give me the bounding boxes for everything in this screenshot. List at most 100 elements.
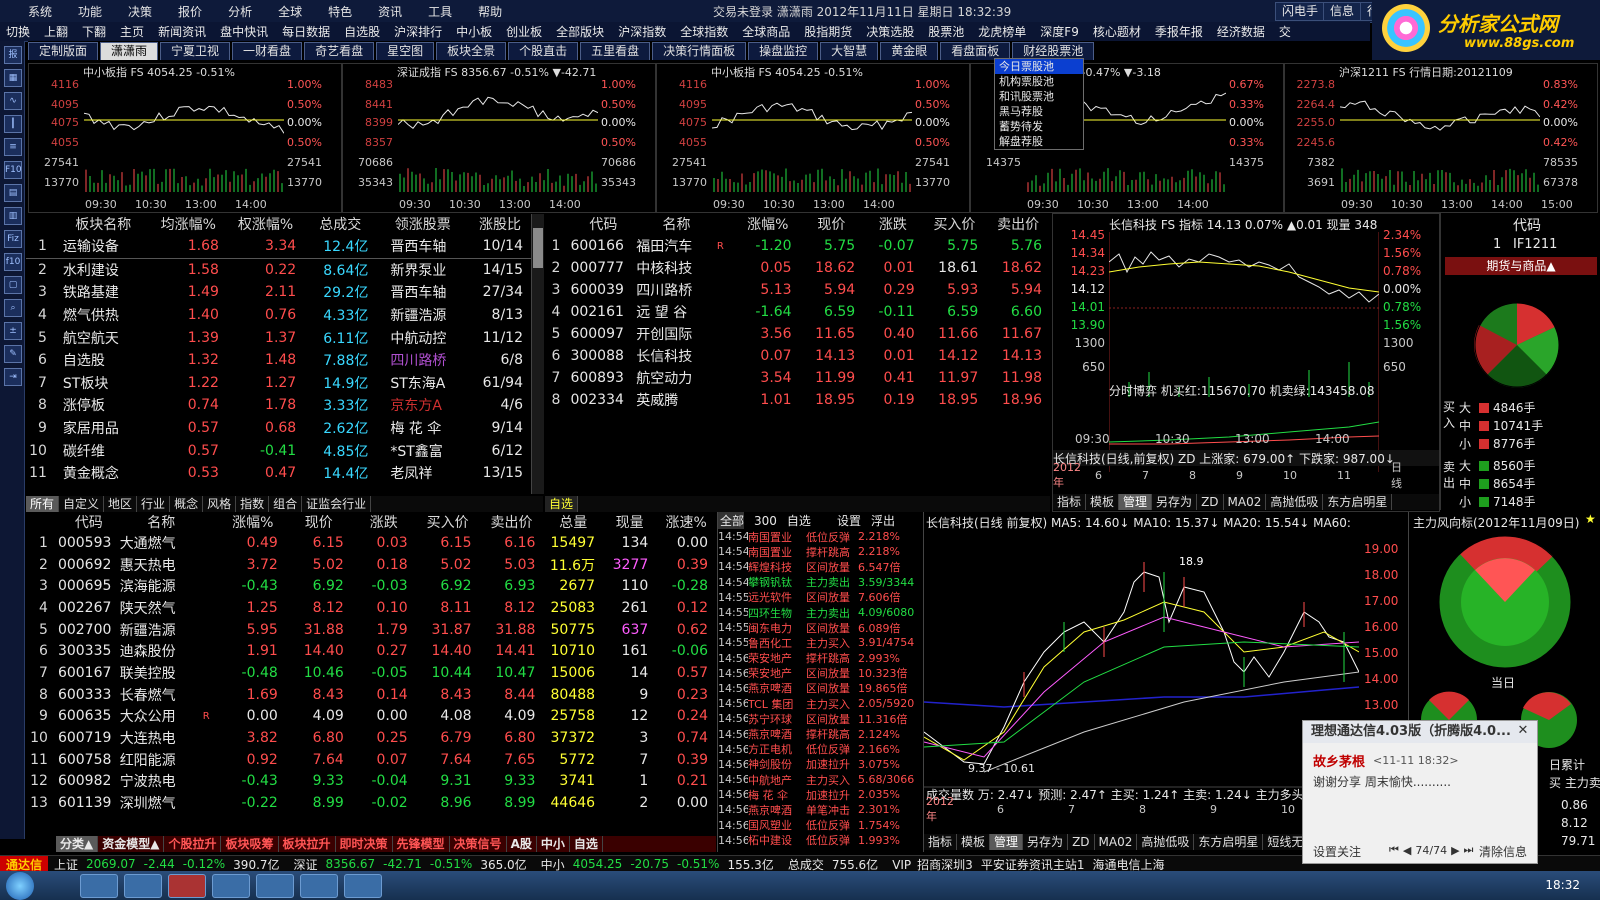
- table-row[interactable]: 1 运输设备 1.68 3.34 12.4亿 晋西车轴 10/14: [26, 235, 531, 259]
- column-header[interactable]: 涨跌: [863, 213, 922, 235]
- model-tab[interactable]: 个股拉升: [164, 836, 222, 852]
- column-header[interactable]: 代码: [570, 213, 636, 235]
- tool-icon[interactable]: [300, 874, 338, 898]
- pen-icon[interactable]: ✎: [4, 345, 22, 363]
- column-header[interactable]: 现价: [286, 512, 352, 532]
- toolbar-item[interactable]: 深度F9: [1040, 23, 1079, 40]
- model-tab[interactable]: 资金模型▲: [98, 836, 165, 852]
- model-tab[interactable]: 分类▲: [56, 836, 99, 852]
- table-row[interactable]: 8 600333 长春燃气 1.69 8.43 0.14 8.43 8.44 80488 9 0.2…: [26, 684, 716, 706]
- indicator-tab[interactable]: 管理: [1119, 494, 1153, 510]
- indicator-tab[interactable]: ZD: [1068, 834, 1095, 850]
- table-row[interactable]: 2 000777 中核科技 0.05 18.62 0.01 18.61 18.62: [545, 257, 1050, 279]
- layout-tab[interactable]: 潇潇雨: [100, 41, 159, 60]
- star-icon[interactable]: ★: [1585, 512, 1596, 526]
- alert-row[interactable]: 14:56 TCL 集团 主力买入 2.05/5920: [718, 696, 923, 711]
- layout-tab[interactable]: 看盘面板: [940, 41, 1011, 60]
- clear-messages-button[interactable]: 清除信息: [1479, 843, 1527, 860]
- list-icon[interactable]: ≡: [4, 138, 22, 156]
- toolbar-item[interactable]: 盘中快讯: [220, 23, 268, 40]
- browser-icon[interactable]: [212, 874, 250, 898]
- toolbar-item[interactable]: 中小板: [456, 23, 492, 40]
- follow-settings-link[interactable]: 设置关注: [1313, 843, 1361, 860]
- indicator-tab[interactable]: 高抛低吸: [1137, 834, 1195, 850]
- toolbar-item[interactable]: 创业板: [506, 23, 542, 40]
- alert-row[interactable]: 14:54 南国置业 低位反弹 2.218%: [718, 529, 923, 544]
- layout-tab[interactable]: 黄金眼: [880, 41, 939, 60]
- fiz-icon[interactable]: Fiz: [4, 230, 22, 248]
- indicator-tab[interactable]: ZD: [1197, 494, 1224, 510]
- column-header[interactable]: 卖出价: [480, 512, 544, 532]
- layout-tab[interactable]: 一财看盘: [232, 41, 303, 60]
- model-tab[interactable]: 决策信号: [450, 836, 507, 852]
- table-row[interactable]: 9 家居用品 0.57 0.68 2.62亿 梅 花 伞 9/14: [26, 417, 531, 440]
- column-header[interactable]: 代码: [58, 512, 120, 532]
- first-page-icon[interactable]: ⏮: [1389, 843, 1399, 857]
- toolbar-item[interactable]: 龙虎榜单: [978, 23, 1026, 40]
- f10-icon[interactable]: F10: [4, 161, 22, 179]
- menu-item[interactable]: 资讯: [378, 3, 402, 20]
- flash-trade-button[interactable]: 闪电手: [1275, 2, 1326, 21]
- menu-item[interactable]: 工具: [428, 3, 452, 20]
- table-row[interactable]: 7 ST板块 1.22 1.27 14.9亿 ST东海A 61/94: [26, 372, 531, 395]
- app-icon[interactable]: [124, 874, 162, 898]
- last-page-icon[interactable]: ⏭: [1464, 843, 1474, 857]
- layout-tab[interactable]: 星空图: [376, 41, 435, 60]
- column-header[interactable]: 领涨股票: [376, 213, 469, 235]
- layout-tab[interactable]: 定制版面: [28, 41, 99, 60]
- indicator-tab[interactable]: 另存为: [1152, 494, 1198, 510]
- prev-page-icon[interactable]: ◀: [1403, 844, 1411, 857]
- layout-tab[interactable]: 个股直击: [508, 41, 579, 60]
- column-header[interactable]: 涨幅%: [220, 512, 286, 532]
- futures-code[interactable]: IF1211: [1513, 237, 1557, 252]
- alert-row[interactable]: 14:56 梅 花 伞 加速拉升 2.035%: [718, 787, 923, 802]
- popup-sender[interactable]: 故乡茅根: [1313, 751, 1365, 770]
- start-button-icon[interactable]: [6, 872, 34, 900]
- alert-row[interactable]: 14:55 鲁西化工 主力买入 3.91/4754: [718, 635, 923, 650]
- layout-tab[interactable]: 奇艺看盘: [304, 41, 375, 60]
- column-header[interactable]: 涨速%: [656, 512, 716, 532]
- stock-app-icon[interactable]: [168, 874, 206, 898]
- alert-row[interactable]: 14:56 燕京啤酒 撑杆跳高 2.124%: [718, 726, 923, 742]
- media-icon[interactable]: [256, 874, 294, 898]
- toolbar-item[interactable]: 股指期货: [804, 23, 852, 40]
- table-row[interactable]: 4 燃气供热 1.40 0.76 4.33亿 新疆浩源 8/13: [26, 304, 531, 327]
- alert-row[interactable]: 14:55 远光软件 区间放量 7.606倍: [718, 590, 923, 605]
- table-row[interactable]: 6 自选股 1.32 1.48 7.88亿 四川路桥 6/8: [26, 349, 531, 372]
- table-row[interactable]: 4 002267 陕天然气 1.25 8.12 0.10 8.11 8.12 25083 261 0…: [26, 597, 716, 619]
- alert-row[interactable]: 14:54 辉煌科技 区间放量 6.547倍: [718, 559, 923, 574]
- table-row[interactable]: 11 600758 红阳能源 0.92 7.64 0.07 7.64 7.65 5772 7 0.3…: [26, 749, 716, 771]
- futures-category-button[interactable]: 期货与商品▲: [1445, 257, 1597, 275]
- indicator-tab[interactable]: 管理: [990, 834, 1024, 850]
- stock-pool-menu-item[interactable]: 黑马荐股: [995, 104, 1083, 119]
- alert-row[interactable]: 14:56 燕京啤酒 单笔冲击 2.301%: [718, 802, 923, 817]
- indicator-tab[interactable]: 指标: [924, 834, 958, 850]
- kline-icon[interactable]: ┃: [4, 115, 22, 133]
- model-tab[interactable]: 板块拉升: [279, 836, 336, 852]
- toolbar-item[interactable]: 股票池: [928, 23, 964, 40]
- toolbar-item[interactable]: 切换: [6, 23, 30, 40]
- alert-tab[interactable]: 300: [752, 514, 777, 528]
- sector-tab[interactable]: 指数: [236, 496, 270, 512]
- sector-scrollbar[interactable]: [531, 214, 544, 494]
- indicator-tab[interactable]: 东方启明星: [1323, 494, 1393, 510]
- column-header[interactable]: [203, 512, 220, 532]
- scroll-thumb[interactable]: [533, 228, 543, 268]
- trend-icon[interactable]: ∿: [4, 92, 22, 110]
- info-button[interactable]: 信息: [1323, 2, 1362, 21]
- column-header[interactable]: 涨股比: [469, 213, 531, 235]
- table-row[interactable]: 11 黄金概念 0.53 0.47 14.4亿 老凤祥 13/15: [26, 462, 531, 485]
- column-header[interactable]: [26, 512, 58, 532]
- menu-item[interactable]: 功能: [78, 3, 102, 20]
- alert-tab[interactable]: 设置: [835, 512, 861, 529]
- exit-icon[interactable]: ⇥: [4, 368, 22, 386]
- table-row[interactable]: 1 600166 福田汽车 R -1.20 5.75 -0.07 5.75 5.76: [545, 235, 1050, 257]
- stock-pool-menu-item[interactable]: 和讯股票池: [995, 89, 1083, 104]
- table-row[interactable]: 10 碳纤维 0.57 -0.41 4.85亿 *ST鑫富 6/12: [26, 439, 531, 462]
- column-header[interactable]: 总量: [543, 512, 603, 532]
- column-header[interactable]: 权涨幅%: [227, 213, 304, 235]
- toolbar-item[interactable]: 全部版块: [556, 23, 604, 40]
- explorer-icon[interactable]: [80, 874, 118, 898]
- toolbar-item[interactable]: 每日数据: [282, 23, 330, 40]
- alert-row[interactable]: 14:54 南国置业 撑杆跳高 2.218%: [718, 544, 923, 559]
